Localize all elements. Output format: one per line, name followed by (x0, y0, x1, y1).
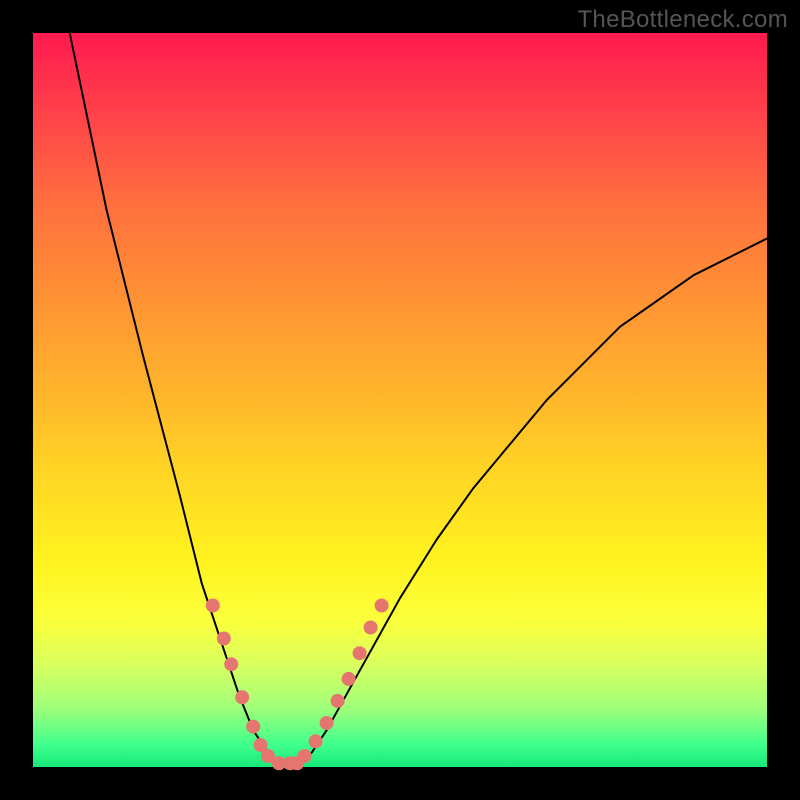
curve-markers (206, 599, 389, 771)
marker-dot (331, 694, 345, 708)
marker-dot (309, 734, 323, 748)
plot-area (33, 33, 767, 767)
marker-dot (246, 720, 260, 734)
chart-frame: TheBottleneck.com (0, 0, 800, 800)
marker-dot (364, 621, 378, 635)
marker-dot (342, 672, 356, 686)
bottleneck-curve-path (70, 33, 767, 767)
curve-line (70, 33, 767, 767)
watermark-text: TheBottleneck.com (577, 6, 788, 34)
marker-dot (206, 599, 220, 613)
chart-svg (33, 33, 767, 767)
marker-dot (353, 646, 367, 660)
marker-dot (217, 632, 231, 646)
marker-dot (320, 716, 334, 730)
marker-dot (298, 749, 312, 763)
marker-dot (235, 690, 249, 704)
marker-dot (224, 657, 238, 671)
marker-dot (375, 599, 389, 613)
